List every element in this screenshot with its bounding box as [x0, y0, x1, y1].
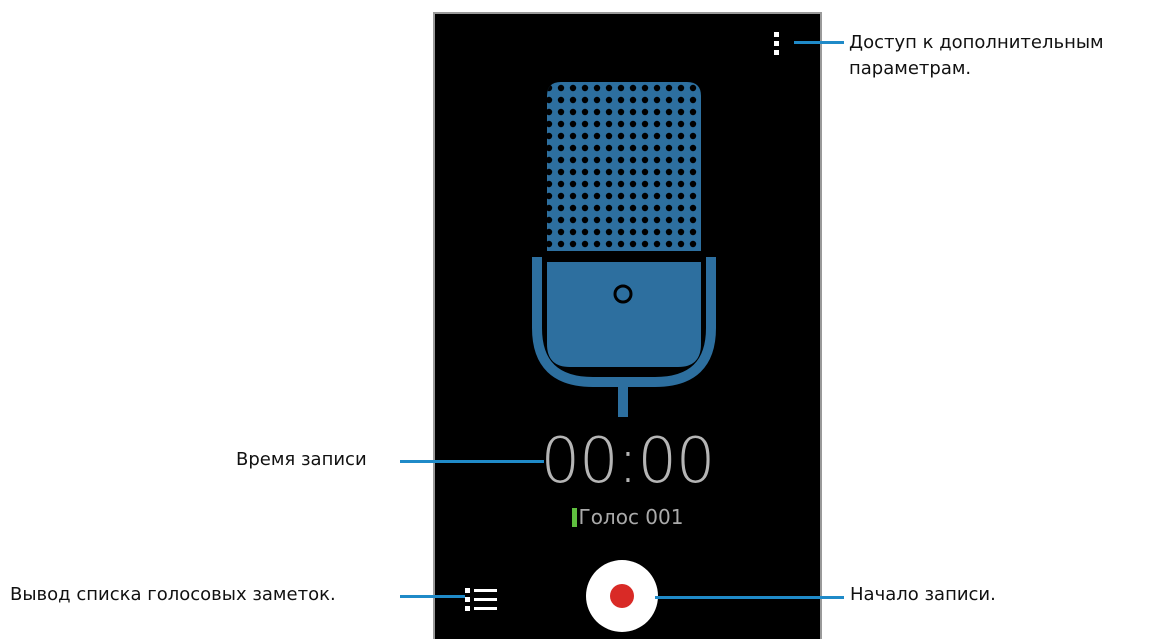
menu-leader-line [794, 41, 844, 44]
microphone-icon [532, 82, 716, 417]
more-options-dot-top [774, 32, 779, 37]
recording-name-label: Голос 001 [578, 505, 684, 529]
menu-callout-line1: Доступ к дополнительным [849, 32, 1104, 53]
microphone-stand [618, 382, 628, 417]
record-callout: Начало записи. [850, 584, 996, 605]
microphone-grille-holes [547, 82, 701, 251]
list-leader-line [400, 595, 465, 598]
menu-callout-line2: параметрам. [849, 58, 972, 79]
more-options-button[interactable] [768, 28, 786, 60]
record-icon [610, 584, 634, 608]
more-options-dot-middle [774, 41, 779, 46]
voice-recorder-screen: 00:00 Голос 001 [433, 12, 822, 639]
time-callout: Время записи [236, 449, 367, 470]
list-callout: Вывод списка голосовых заметок. [10, 584, 336, 605]
record-leader-line [655, 596, 844, 599]
record-button[interactable] [586, 560, 658, 632]
recording-name: Голос 001 [435, 504, 820, 530]
menu-callout: Доступ к дополнительным параметрам. [849, 30, 1104, 82]
microphone-body [547, 262, 701, 367]
time-leader-line [400, 460, 544, 463]
list-icon [465, 588, 497, 611]
recordings-list-button[interactable] [465, 586, 497, 614]
more-options-dot-bottom [774, 50, 779, 55]
recording-name-marker [571, 508, 577, 527]
